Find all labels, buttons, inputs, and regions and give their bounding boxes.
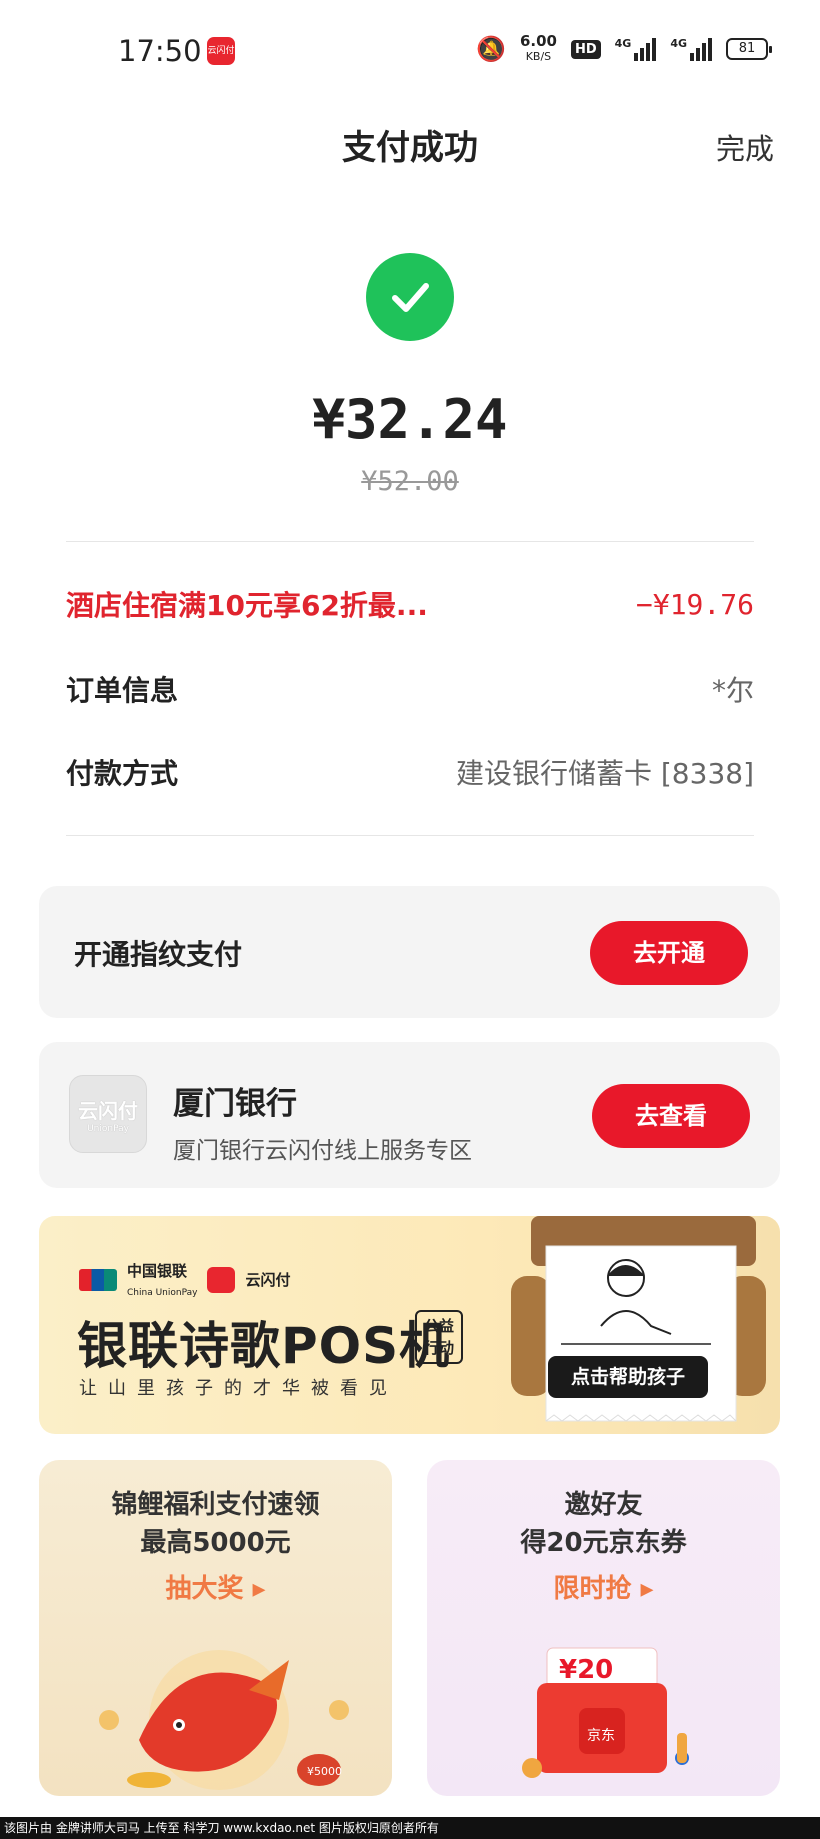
yunshanfu-logo-icon	[207, 1266, 236, 1293]
divider	[66, 541, 754, 542]
unionpay-logo-icon	[79, 1268, 117, 1291]
coupon-amount: ¥20	[559, 1655, 613, 1685]
koi-lottery-card[interactable]: 锦鲤福利支付速领 最高5000元 抽大奖 ▸ ¥5000	[39, 1460, 392, 1796]
payment-method-row: 付款方式 建设银行储蓄卡 [8338]	[66, 752, 754, 792]
flash-grab-cta[interactable]: 限时抢 ▸	[427, 1568, 780, 1605]
watermark-footer: 该图片由 金牌讲师大司马 上传至 科学刀 www.kxdao.net 图片版权归…	[0, 1817, 820, 1839]
invite-line1: 邀好友	[564, 1490, 643, 1520]
bell-muted-icon: 🔕	[476, 35, 506, 63]
poem-pos-banner[interactable]: 中国银联 China UnionPay 云闪付 银联诗歌POS机 公益行动 让山里…	[39, 1216, 780, 1434]
invite-friend-card[interactable]: 邀好友 得20元京东券 限时抢 ▸ ¥20 京东	[427, 1460, 780, 1796]
payment-method-value: 建设银行储蓄卡 [8338]	[455, 757, 754, 790]
koi-line2: 最高5000元	[140, 1528, 291, 1558]
fingerprint-card: 开通指纹支付 去开通	[39, 886, 780, 1018]
payment-method-label: 付款方式	[66, 757, 179, 790]
paid-amount: ¥32.24	[312, 388, 508, 451]
bank-card[interactable]: 云闪付 UnionPay 厦门银行 厦门银行云闪付线上服务专区 去查看	[39, 1042, 780, 1188]
koi-fish-illustration: ¥5000	[99, 1650, 349, 1790]
order-info-label: 订单信息	[66, 674, 179, 707]
banner-title: 银联诗歌POS机	[77, 1317, 451, 1375]
order-info-row[interactable]: 订单信息 *尔	[66, 669, 754, 709]
discount-value: −¥19.76	[635, 587, 754, 621]
signal-icon-2: 4G	[670, 37, 712, 61]
lottery-cta[interactable]: 抽大奖 ▸	[39, 1568, 392, 1605]
pos-machine-illustration	[511, 1216, 766, 1422]
yunshanfu-logo-icon: 云闪付 UnionPay	[69, 1075, 147, 1153]
status-icons: 🔕 6.00 KB/S HD 4G 4G 81	[476, 32, 772, 64]
original-amount: ¥52.00	[361, 466, 459, 497]
lottery-badge: ¥5000	[307, 1765, 342, 1778]
discount-row: 酒店住宿满10元享62折最... −¥19.76	[66, 584, 754, 624]
bank-subtitle: 厦门银行云闪付线上服务专区	[173, 1138, 472, 1164]
hd-icon: HD	[570, 39, 601, 59]
success-check-icon	[366, 253, 454, 341]
status-time: 17:50	[118, 34, 202, 68]
unionpay-text: 中国银联 China UnionPay	[127, 1262, 198, 1298]
invite-line2: 得20元京东券	[520, 1528, 687, 1558]
status-bar: 17:50 云闪付 🔕 6.00 KB/S HD 4G 4G 81	[0, 0, 820, 100]
page-title: 支付成功	[342, 128, 478, 168]
order-info-value: *尔	[711, 674, 754, 707]
view-bank-button[interactable]: 去查看	[592, 1084, 750, 1148]
banner-logos: 中国银联 China UnionPay 云闪付	[79, 1260, 290, 1299]
enable-fingerprint-button[interactable]: 去开通	[590, 921, 748, 985]
yunshanfu-text: 云闪付	[245, 1271, 291, 1289]
jd-brand: 京东	[587, 1728, 615, 1744]
koi-line1: 锦鲤福利支付速领	[111, 1490, 320, 1520]
signal-icon-1: 4G	[615, 37, 657, 61]
discount-label: 酒店住宿满10元享62折最...	[66, 589, 428, 622]
jd-coupon-illustration: ¥20 京东	[522, 1647, 689, 1778]
yunshanfu-app-icon: 云闪付	[207, 37, 235, 65]
done-button[interactable]: 完成	[716, 126, 774, 168]
battery-icon: 81	[726, 38, 772, 60]
fingerprint-title: 开通指纹支付	[74, 938, 243, 971]
help-children-button[interactable]: 点击帮助孩子	[548, 1356, 708, 1398]
banner-tag: 公益行动	[415, 1310, 463, 1364]
banner-subtitle: 让山里孩子的才华被看见	[79, 1378, 398, 1399]
net-speed: 6.00 KB/S	[519, 32, 557, 64]
bank-title: 厦门银行	[173, 1086, 297, 1122]
divider	[66, 835, 754, 836]
